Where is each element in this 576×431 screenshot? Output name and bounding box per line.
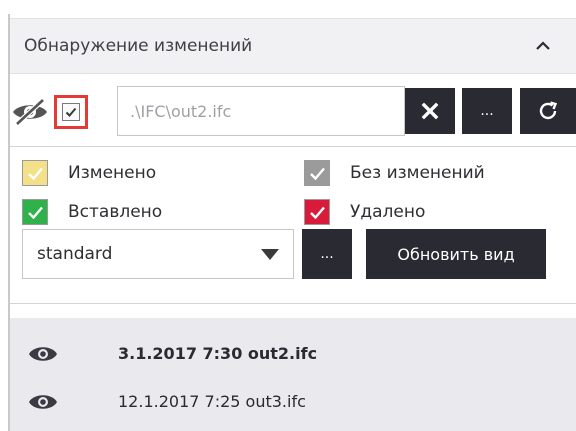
clear-path-button[interactable] [405,88,455,134]
close-icon [421,102,439,120]
versions-list: 3.1.2017 7:30 out2.ifc 12.1.2017 7:25 ou… [10,318,576,431]
source-enabled-checkbox[interactable] [54,95,88,129]
version-label: 12.1.2017 7:25 out3.ifc [118,392,306,411]
legend-panel: Изменено Без изменений Вставлено Удалено… [10,146,576,304]
legend-label: Без изменений [350,163,485,183]
checkmark-icon [28,206,43,220]
browse-file-label: ... [480,103,494,119]
change-detection-panel: Обнаружение изменений .\IFC\out2.ifc ...… [0,0,576,431]
refresh-button[interactable] [520,88,576,134]
chevron-up-icon [536,41,550,50]
deleted-swatch[interactable] [304,199,330,225]
style-select-value: standard [37,244,113,264]
update-view-button[interactable]: Обновить вид [366,229,546,279]
caret-down-icon [261,249,279,260]
version-row[interactable]: 12.1.2017 7:25 out3.ifc [10,380,576,426]
version-label: 3.1.2017 7:30 out2.ifc [118,344,318,363]
legend-label: Удалено [350,202,426,222]
style-select[interactable]: standard [22,229,294,279]
checkmark-icon [310,167,325,181]
browse-file-button[interactable]: ... [462,88,512,134]
checkmark-icon [28,167,43,181]
changed-swatch[interactable] [22,160,48,186]
collapse-button[interactable] [530,33,556,59]
unchanged-swatch[interactable] [304,160,330,186]
eye-icon[interactable] [28,392,58,412]
eye-off-icon[interactable] [10,98,50,126]
style-browse-button[interactable]: ... [302,229,352,279]
eye-icon[interactable] [28,344,58,364]
refresh-icon [539,101,558,120]
legend-item-unchanged[interactable]: Без изменений [304,158,485,188]
checkmark-icon [65,107,77,117]
legend-item-inserted[interactable]: Вставлено [22,197,162,227]
legend-item-deleted[interactable]: Удалено [304,197,425,227]
legend-label: Изменено [68,163,157,183]
panel-title: Обнаружение изменений [24,36,253,56]
legend-item-changed[interactable]: Изменено [22,158,156,188]
checkmark-icon [310,206,325,220]
source-row: ... [10,86,576,136]
source-path-input[interactable] [117,86,405,136]
inserted-swatch[interactable] [22,199,48,225]
legend-label: Вставлено [68,202,163,222]
panel-header[interactable]: Обнаружение изменений [10,18,576,74]
version-row[interactable]: 3.1.2017 7:30 out2.ifc [10,332,576,378]
update-view-label: Обновить вид [397,244,515,264]
style-browse-label: ... [320,246,334,262]
